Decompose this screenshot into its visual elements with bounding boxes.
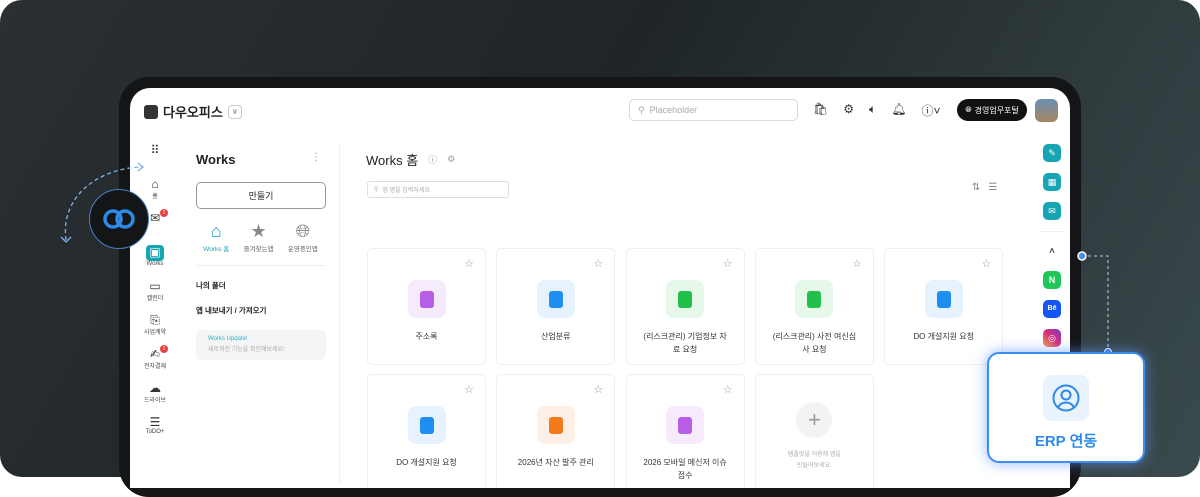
link-badge xyxy=(89,189,149,249)
erp-integration-callout[interactable]: ERP 연동 xyxy=(987,352,1145,463)
callout-label: ERP 연동 xyxy=(1034,433,1098,450)
link-icon xyxy=(103,209,135,229)
user-circle-icon xyxy=(1043,375,1089,421)
